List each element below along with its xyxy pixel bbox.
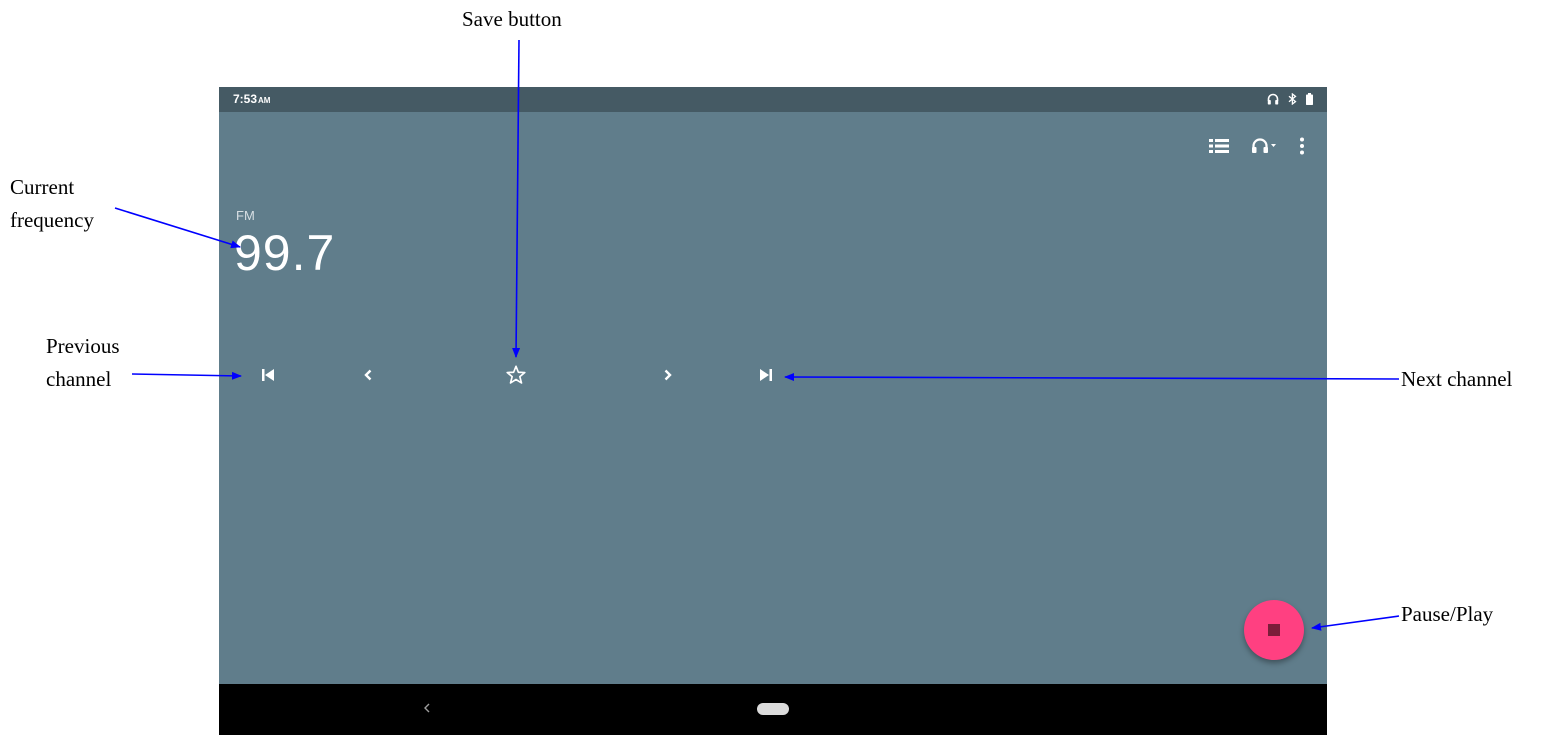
save-favorite-button[interactable] — [504, 364, 528, 391]
status-time: 7:53AM — [233, 92, 270, 106]
chevron-right-icon — [663, 368, 673, 387]
battery-icon — [1306, 92, 1313, 110]
current-frequency: 99.7 — [234, 225, 336, 281]
status-bar: 7:53AM — [219, 87, 1327, 112]
annotation-previous-channel-line1: Previous — [46, 334, 120, 358]
star-outline-icon — [505, 364, 527, 391]
stop-icon — [1268, 624, 1280, 636]
annotation-next-channel: Next channel — [1401, 367, 1513, 391]
band-label: FM — [236, 208, 255, 223]
audio-output-headset-icon[interactable] — [1251, 138, 1277, 154]
headset-icon — [1267, 92, 1279, 110]
annotation-previous-channel-line2: channel — [46, 366, 112, 391]
navigation-bar — [219, 684, 1327, 735]
status-icons — [1267, 92, 1313, 110]
annotation-current-frequency-line2: frequency — [10, 207, 94, 232]
toolbar — [1209, 137, 1305, 155]
previous-channel-button[interactable] — [256, 365, 280, 389]
status-ampm: AM — [258, 96, 271, 105]
status-time-value: 7:53 — [233, 92, 258, 106]
annotation-current-frequency: Current frequency — [10, 171, 94, 236]
annotation-previous-channel: Previous channel — [46, 330, 120, 395]
annotation-pause-play: Pause/Play — [1401, 602, 1494, 626]
back-icon[interactable] — [422, 700, 432, 721]
next-channel-button[interactable] — [754, 365, 778, 389]
fm-radio-screen: 7:53AM FM 99.7 — [219, 87, 1327, 735]
play-pause-button[interactable] — [1244, 600, 1304, 660]
annotation-current-frequency-line1: Current — [10, 175, 75, 199]
skip-previous-icon — [261, 368, 275, 387]
seek-up-button[interactable] — [656, 365, 680, 389]
home-pill-icon[interactable] — [757, 703, 789, 715]
skip-next-icon — [759, 368, 773, 387]
figure-canvas: 7:53AM FM 99.7 Save button Current frequ… — [0, 0, 1556, 735]
bluetooth-icon — [1288, 92, 1297, 110]
station-list-icon[interactable] — [1209, 138, 1229, 154]
seek-down-button[interactable] — [356, 365, 380, 389]
annotation-save-button: Save button — [462, 7, 562, 31]
more-options-icon[interactable] — [1299, 137, 1305, 155]
chevron-left-icon — [363, 368, 373, 387]
